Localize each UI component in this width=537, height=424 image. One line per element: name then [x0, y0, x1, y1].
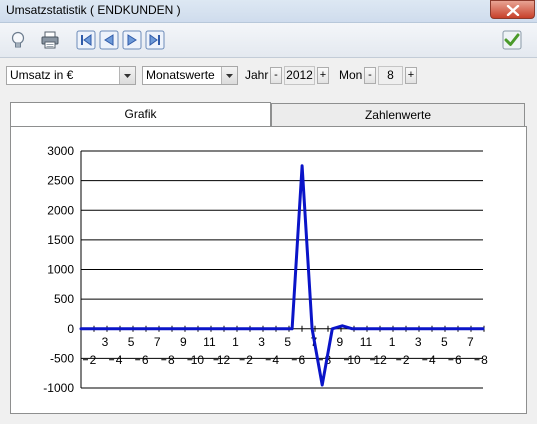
last-record-icon — [145, 30, 165, 50]
previous-record-icon — [99, 30, 119, 50]
x-tick-label-upper: 11 — [203, 335, 216, 349]
year-value[interactable]: 2012 — [284, 66, 315, 85]
x-tick-label-lower: 8 — [481, 353, 488, 367]
x-tick-label-upper: 1 — [389, 335, 396, 349]
window-title: Umsatzstatistik ( ENDKUNDEN ) — [6, 3, 181, 17]
toolbar — [0, 23, 537, 58]
y-tick-label: -1000 — [43, 381, 74, 395]
month-label: Mon — [339, 68, 363, 82]
year-label: Jahr — [245, 68, 269, 82]
y-tick-label: 0 — [67, 322, 74, 336]
metric-select-arrow[interactable] — [119, 67, 135, 84]
period-select-value: Monatswerte — [146, 68, 215, 82]
x-tick-label-lower: 6 — [298, 353, 305, 367]
period-select[interactable]: Monatswerte — [142, 66, 238, 85]
confirm-check-icon — [502, 30, 522, 50]
y-tick-label: 3000 — [47, 144, 74, 158]
lightbulb-button[interactable] — [8, 30, 28, 50]
x-tick-label-lower: 4 — [429, 353, 436, 367]
tab-zahlenwerte[interactable]: Zahlenwerte — [271, 103, 525, 127]
x-tick-label-lower: 2 — [403, 353, 410, 367]
month-increment-button[interactable]: + — [405, 67, 417, 84]
x-tick-label-lower: 2 — [246, 353, 253, 367]
y-tick-label: 1000 — [47, 263, 74, 277]
tab-grafik[interactable]: Grafik — [10, 102, 271, 126]
lightbulb-icon — [11, 31, 25, 48]
previous-record-button[interactable] — [99, 30, 119, 50]
y-tick-label: 1500 — [47, 233, 74, 247]
year-decrement-button[interactable]: - — [270, 67, 282, 84]
chevron-down-icon — [124, 74, 131, 78]
confirm-button[interactable] — [502, 30, 522, 50]
x-tick-label-upper: 3 — [415, 335, 422, 349]
x-tick-label-lower: 10 — [347, 353, 361, 367]
x-tick-label-upper: 3 — [102, 335, 109, 349]
x-tick-label-upper: 5 — [284, 335, 291, 349]
y-tick-label: 500 — [54, 292, 74, 306]
next-record-button[interactable] — [122, 30, 142, 50]
filter-row: Umsatz in € Monatswerte Jahr - 2012 + Mo… — [0, 58, 537, 92]
x-tick-label-upper: 11 — [360, 335, 373, 349]
chevron-down-icon — [226, 74, 233, 78]
x-tick-label-upper: 9 — [180, 335, 187, 349]
x-tick-label-lower: 12 — [217, 353, 231, 367]
x-tick-label-upper: 5 — [441, 335, 448, 349]
title-bar: Umsatzstatistik ( ENDKUNDEN ) — [0, 0, 537, 23]
close-button[interactable] — [490, 0, 535, 19]
month-value[interactable]: 8 — [378, 66, 403, 85]
x-tick-label-lower: 8 — [168, 353, 175, 367]
last-record-button[interactable] — [145, 30, 165, 50]
first-record-button[interactable] — [76, 30, 96, 50]
y-tick-label: 2500 — [47, 174, 74, 188]
close-icon — [506, 5, 520, 16]
x-tick-label-lower: 12 — [373, 353, 387, 367]
next-record-icon — [122, 30, 142, 50]
window-edge — [527, 126, 537, 424]
x-tick-label-lower: 10 — [191, 353, 205, 367]
x-tick-label-lower: 6 — [455, 353, 462, 367]
year-increment-button[interactable]: + — [317, 67, 329, 84]
month-decrement-button[interactable]: - — [364, 67, 376, 84]
x-tick-label-lower: 2 — [90, 353, 97, 367]
sales-line-chart: 300025002000150010005000-500-10003 5 7 9 11 1… — [43, 144, 488, 395]
printer-icon — [41, 31, 59, 49]
first-record-icon — [76, 30, 96, 50]
x-tick-label-upper: 9 — [337, 335, 344, 349]
x-tick-label-upper: 7 — [154, 335, 161, 349]
x-tick-label-lower: 6 — [142, 353, 149, 367]
metric-select-value: Umsatz in € — [10, 68, 74, 82]
x-tick-label-upper: 1 — [232, 335, 239, 349]
print-button[interactable] — [40, 30, 60, 50]
period-select-arrow[interactable] — [221, 67, 237, 84]
x-tick-label-upper: 7 — [467, 335, 474, 349]
y-tick-label: 2000 — [47, 203, 74, 217]
x-tick-label-upper: 5 — [128, 335, 135, 349]
x-tick-label-lower: 4 — [272, 353, 279, 367]
x-tick-label-upper: 3 — [258, 335, 265, 349]
x-tick-label-lower: 4 — [116, 353, 123, 367]
metric-select[interactable]: Umsatz in € — [6, 66, 136, 85]
y-tick-label: -500 — [50, 351, 74, 365]
